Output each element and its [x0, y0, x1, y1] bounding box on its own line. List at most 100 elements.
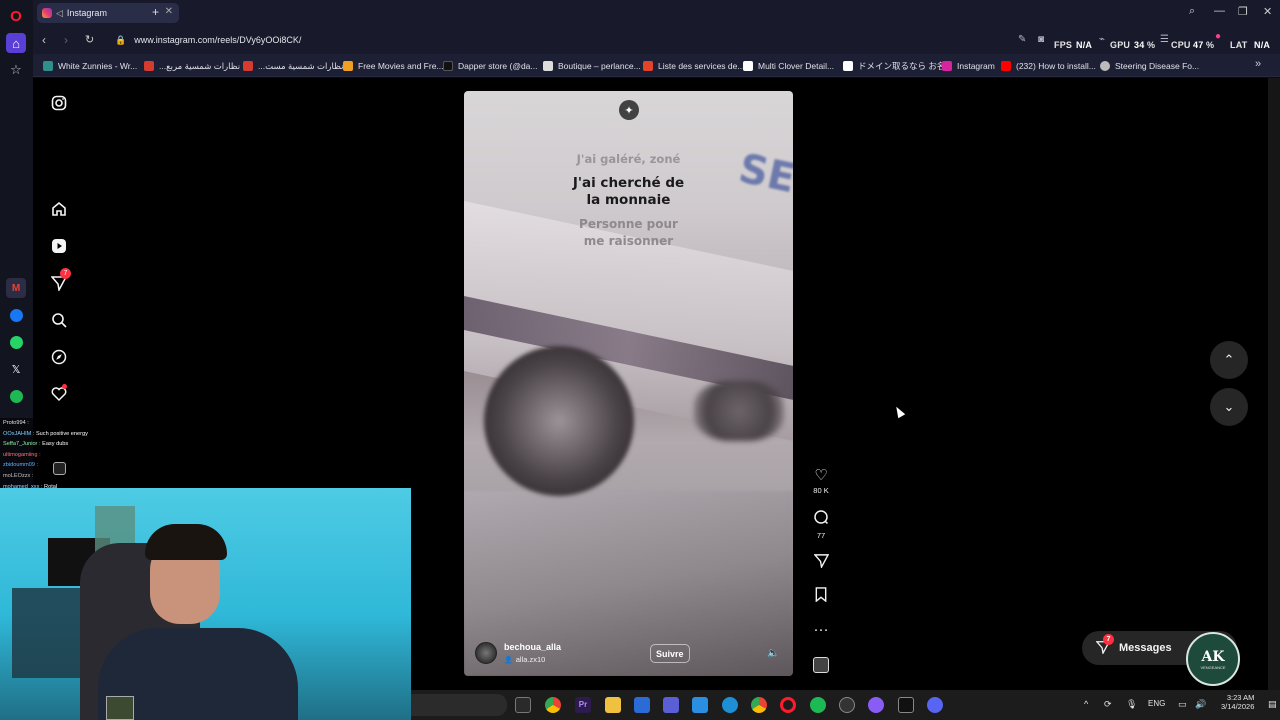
chevron-down-icon: ⌄	[1223, 399, 1235, 414]
truck-wheel	[484, 346, 634, 496]
speaker-icon[interactable]: ◁	[56, 8, 63, 19]
next-reel-button[interactable]: ⌄	[1210, 388, 1248, 426]
bookmark-label: White Zunnies - Wr...	[58, 61, 138, 71]
chat-message: ultimogamiing :	[3, 451, 41, 458]
file-explorer-icon[interactable]	[605, 697, 621, 713]
bookmark-item[interactable]: Steering Disease Fo...	[1100, 59, 1199, 73]
stream-chat-overlay: Proto994 : OOxJAHIM : Such positive ener…	[0, 418, 185, 490]
send-icon	[809, 553, 833, 573]
close-tab-icon[interactable]: ✕	[165, 6, 173, 17]
terminal-icon[interactable]	[898, 697, 914, 713]
back-icon[interactable]: ‹	[42, 33, 46, 47]
webcam-overlay	[0, 488, 411, 720]
opera-taskbar-icon[interactable]	[780, 697, 796, 713]
page-scrollbar[interactable]	[1268, 78, 1280, 690]
shirt-patch	[106, 696, 134, 720]
taskbar-search[interactable]	[411, 694, 507, 716]
tray-overflow-icon[interactable]: ^	[1084, 699, 1088, 709]
outlook-icon[interactable]	[692, 697, 708, 713]
bookmark-item[interactable]: (232) How to install...	[1001, 59, 1096, 73]
save-button[interactable]	[809, 587, 833, 607]
discord-icon[interactable]	[927, 697, 943, 713]
truck-rear-wheel	[694, 381, 784, 441]
chrome-alt-icon[interactable]	[751, 697, 767, 713]
restore-icon[interactable]: ❐	[1238, 5, 1248, 18]
ram-icon[interactable]: ☰	[1160, 34, 1169, 45]
more-bookmarks-icon[interactable]: »	[1255, 58, 1261, 70]
notifications-icon[interactable]: ▤	[1268, 699, 1277, 710]
star-icon[interactable]: ☆	[6, 60, 26, 80]
messages-nav-icon[interactable]: 7	[50, 268, 71, 292]
bookmark-item[interactable]: Free Movies and Fre...	[343, 59, 444, 73]
bookmark-item[interactable]: ...نظارات شمسية مربع	[144, 59, 240, 73]
reel-video[interactable]: SE J'ai galéré, zoné J'ai cherché de la …	[464, 91, 793, 676]
teams-icon[interactable]	[663, 697, 679, 713]
bookmark-item[interactable]: Boutique – perlance...	[543, 59, 641, 73]
home-nav-icon[interactable]	[50, 200, 68, 218]
store-icon[interactable]	[634, 697, 650, 713]
bookmark-item[interactable]: Liste des services de...	[643, 59, 744, 73]
close-window-icon[interactable]: ✕	[1263, 5, 1272, 18]
more-options-icon[interactable]: ···	[809, 621, 833, 639]
camera-icon[interactable]: ◙	[1038, 34, 1044, 45]
audio-attribution[interactable]: 👤 alla.zx10	[504, 655, 545, 664]
forward-icon[interactable]: ›	[64, 33, 68, 47]
minimize-icon[interactable]: —	[1214, 5, 1225, 17]
mute-icon[interactable]: 🔈	[767, 648, 779, 659]
bookmark-item[interactable]: Multi Clover Detail...	[743, 59, 834, 73]
notifications-nav-icon[interactable]	[50, 384, 68, 403]
opera-logo-icon[interactable]: O	[6, 6, 26, 26]
reels-nav-icon[interactable]	[50, 237, 68, 255]
bookmark-item[interactable]: Instagram	[942, 59, 995, 73]
url-field[interactable]: 🔒 www.instagram.com/reels/DVy6yOOi8CK/	[107, 30, 1027, 50]
messenger-icon[interactable]	[6, 305, 26, 325]
stream-logo-text: AK	[1201, 648, 1225, 665]
microphone-icon[interactable]: 🎙	[1126, 699, 1137, 710]
edge-icon[interactable]	[722, 697, 738, 713]
stats-icon[interactable]	[53, 462, 66, 475]
home-icon[interactable]: ⌂	[6, 33, 26, 53]
bookmark-item[interactable]: ドメイン取るなら お名...	[843, 59, 952, 73]
network-icon[interactable]: ⌁	[1099, 34, 1105, 45]
bookmark-item[interactable]: ...نظارات شمسية مست	[243, 59, 343, 73]
explore-nav-icon[interactable]	[50, 348, 68, 366]
like-count: 80 K	[813, 486, 829, 495]
previous-reel-button[interactable]: ⌃	[1210, 341, 1248, 379]
audio-name: alla.zx10	[515, 655, 546, 664]
new-tab-button[interactable]: +	[152, 5, 159, 19]
reload-icon[interactable]: ↻	[85, 33, 94, 46]
extension-badge-icon[interactable]: ●	[1215, 31, 1221, 42]
chrome-icon[interactable]	[545, 697, 561, 713]
bookmark-item[interactable]: White Zunnies - Wr...	[43, 59, 137, 73]
volume-icon[interactable]: 🔊	[1195, 699, 1206, 710]
follow-button[interactable]: Suivre	[650, 644, 690, 663]
edit-icon[interactable]: ✎	[1018, 34, 1026, 45]
audio-thumbnail[interactable]	[809, 657, 833, 673]
ai-sparkle-icon[interactable]: ✦	[619, 100, 639, 120]
search-tabs-icon[interactable]: ⌕	[1189, 5, 1195, 18]
share-button[interactable]	[809, 553, 833, 573]
like-button[interactable]: ♡ 80 K	[809, 467, 833, 495]
whatsapp-icon[interactable]	[6, 332, 26, 352]
author-username[interactable]: bechoua_alla	[504, 642, 561, 652]
premiere-icon[interactable]: Pr	[575, 697, 591, 713]
app-icon[interactable]	[839, 697, 855, 713]
clock[interactable]: 3:23 AM 3/14/2026	[1221, 693, 1254, 711]
x-twitter-icon[interactable]: 𝕏	[6, 359, 26, 379]
comment-icon	[809, 509, 833, 530]
language-indicator[interactable]: ENG	[1148, 699, 1165, 708]
spotify-taskbar-icon[interactable]	[810, 697, 826, 713]
spotify-icon[interactable]	[6, 386, 26, 406]
comment-button[interactable]: 77	[809, 509, 833, 540]
instagram-logo-icon[interactable]	[50, 94, 68, 112]
display-icon[interactable]: ▭	[1178, 699, 1187, 710]
address-bar: ‹ › ↻ 🔒 www.instagram.com/reels/DVy6yOOi…	[33, 26, 1280, 54]
bookmark-item[interactable]: Dapper store (@da...	[443, 59, 538, 73]
obs-icon[interactable]	[868, 697, 884, 713]
gmail-icon[interactable]: M	[6, 278, 26, 298]
author-avatar[interactable]	[475, 642, 497, 664]
lyric-line-3a: Personne pour	[579, 217, 678, 231]
search-nav-icon[interactable]	[50, 311, 68, 329]
task-view-icon[interactable]	[515, 697, 531, 713]
tray-sync-icon[interactable]: ⟳	[1104, 699, 1112, 710]
